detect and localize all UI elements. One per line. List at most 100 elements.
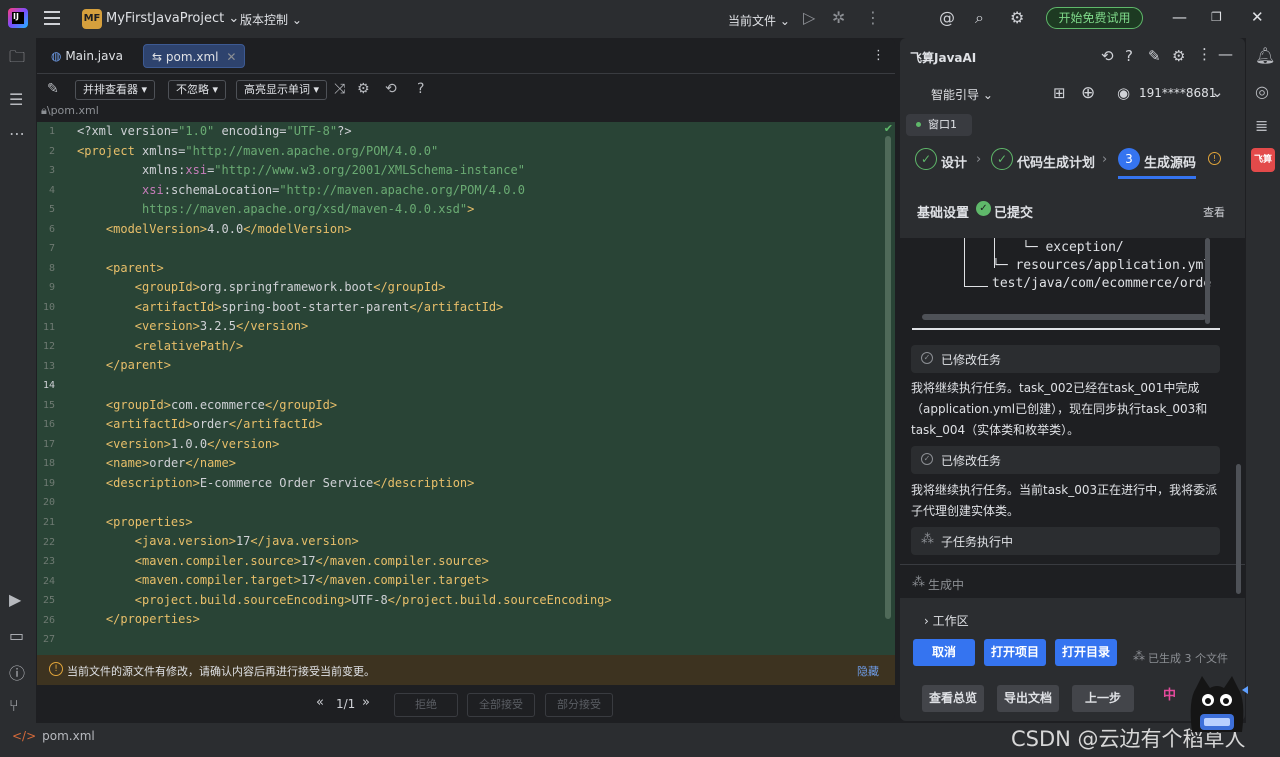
next-change-icon[interactable]: » — [362, 695, 370, 710]
ignore-mode-dropdown[interactable]: 不忽略 ▾ — [168, 80, 227, 100]
close-icon[interactable]: ✕ — [1251, 8, 1264, 26]
task-status-pill[interactable]: ✓ 已修改任务 — [911, 446, 1220, 474]
help-icon[interactable]: ? — [1125, 47, 1133, 65]
status-file-label: pom.xml — [42, 729, 95, 743]
minimize-icon[interactable]: — — [1172, 8, 1187, 26]
chevron-down-icon: ⌄ — [228, 11, 240, 26]
highlight-mode-dropdown[interactable]: 高亮显示单词 ▾ — [236, 80, 328, 100]
terminal-icon[interactable]: ▭ — [9, 626, 24, 645]
edit-pencil-icon[interactable]: ✎ — [47, 81, 59, 97]
cancel-button[interactable]: 取消 — [913, 639, 975, 666]
line-number: 3 — [48, 165, 55, 177]
view-summary-button[interactable]: 查看总览 — [922, 685, 984, 712]
step-done-check-icon: ✓ — [991, 148, 1013, 170]
task-status-label: 已修改任务 — [941, 353, 1002, 367]
line-number: 19 — [42, 477, 55, 489]
diff-toolbar: ✎ 并排查看器 ▾ 不忽略 ▾ 高亮显示单词 ▾ ⤨ ⚙ ⟲ ? — [37, 76, 895, 104]
previous-step-button[interactable]: 上一步 — [1072, 685, 1134, 712]
project-folder-icon[interactable]: 🗀 — [9, 46, 25, 73]
check-circle-icon: ✓ — [921, 453, 933, 465]
reject-button[interactable]: 拒绝 — [394, 693, 458, 717]
notifications-bell-icon[interactable]: 🔔︎ — [1255, 46, 1275, 65]
code-line: <description>E-commerce Order Service</d… — [105, 476, 475, 490]
restore-icon[interactable]: ❐ — [1211, 10, 1222, 24]
run-config-selector[interactable]: 当前文件 ⌄ — [728, 12, 790, 29]
accept-partial-button[interactable]: 部分接受 — [545, 693, 613, 717]
debug-icon[interactable]: ✲ — [832, 8, 845, 27]
more-vertical-icon[interactable]: ⋮ — [865, 8, 881, 27]
subtask-status-pill[interactable]: ⁂ 子任务执行中 — [911, 527, 1220, 555]
panel-scrollbar[interactable] — [1236, 464, 1241, 594]
line-number: 10 — [42, 301, 55, 313]
editor-panel: ◍ Main.java ⇆ pom.xml ✕ ⋮ ✎ 并排查看器 ▾ 不忽略 … — [37, 38, 895, 721]
run-icon[interactable]: ▷ — [803, 8, 815, 27]
chevron-right-icon: › — [976, 152, 982, 167]
minimize-panel-icon[interactable]: — — [1218, 45, 1233, 63]
calendar-add-icon[interactable]: ⊞ — [1053, 84, 1066, 102]
tree-vertical-scrollbar[interactable] — [1205, 238, 1210, 324]
add-circle-icon[interactable]: ⊕ — [1081, 83, 1095, 103]
history-icon[interactable]: ⟲ — [1101, 47, 1114, 65]
open-project-button[interactable]: 打开项目 — [984, 639, 1046, 666]
editor-scrollbar[interactable] — [885, 136, 891, 619]
open-directory-button[interactable]: 打开目录 — [1055, 639, 1117, 666]
code-line: https://maven.apache.org/xsd/maven-4.0.0… — [77, 202, 475, 216]
task-status-pill[interactable]: ✓ 已修改任务 — [911, 345, 1220, 373]
start-trial-button[interactable]: 开始免费试用 — [1046, 7, 1143, 29]
hide-warning-link[interactable]: 隐藏 — [857, 663, 879, 679]
intellij-logo-icon[interactable]: IJ — [8, 8, 28, 28]
new-chat-edit-icon[interactable]: ✎ — [1148, 47, 1161, 65]
mascot-badge: 中 — [1163, 688, 1177, 703]
chevron-down-icon[interactable]: ⌄ — [1211, 83, 1224, 101]
structure-icon[interactable]: ☰ — [9, 90, 23, 109]
collapse-unchanged-icon[interactable]: ⤨ — [334, 81, 345, 97]
status-file-path[interactable]: </> pom.xml — [12, 729, 95, 743]
sync-scroll-icon[interactable]: ⟲ — [385, 81, 397, 97]
settings-gear-icon[interactable]: ⚙ — [1010, 8, 1024, 27]
line-number: 26 — [42, 614, 55, 626]
main-menu-icon[interactable] — [44, 11, 60, 25]
view-link[interactable]: 查看 — [1203, 204, 1225, 220]
git-branch-icon[interactable]: ⑂ — [9, 696, 19, 715]
code-line: <groupId>org.springframework.boot</group… — [134, 280, 446, 294]
search-icon[interactable]: ⌕ — [975, 8, 984, 28]
user-account[interactable]: 191****8681 — [1139, 86, 1216, 100]
code-line: <name>order</name> — [105, 456, 236, 470]
viewer-mode-dropdown[interactable]: 并排查看器 ▾ — [75, 80, 156, 100]
warning-text: 当前文件的源文件有修改，请确认内容后再进行接受当前变更。 — [67, 665, 375, 678]
database-icon[interactable]: ≣ — [1255, 116, 1268, 135]
run-panel-icon[interactable]: ▶ — [9, 590, 21, 609]
more-horizontal-icon[interactable]: ⋯ — [9, 124, 25, 143]
settings-gear-icon[interactable]: ⚙ — [1172, 47, 1185, 65]
workspace-toggle[interactable]: › 工作区 — [924, 612, 969, 629]
tree-horizontal-scrollbar[interactable] — [922, 314, 1206, 320]
more-vertical-icon[interactable]: ⋮ — [872, 48, 885, 63]
close-tab-icon[interactable]: ✕ — [226, 50, 236, 64]
step-plan-label[interactable]: 代码生成计划 — [1017, 152, 1095, 171]
spinner-icon: ⁂ — [921, 532, 934, 547]
step-generate-label[interactable]: 生成源码 — [1144, 152, 1196, 171]
prev-change-icon[interactable]: « — [316, 695, 324, 710]
window-tab[interactable]: 窗口1 — [906, 114, 972, 136]
tab-main-java[interactable]: ◍ Main.java — [43, 44, 131, 68]
more-vertical-icon[interactable]: ⋮ — [1197, 45, 1212, 63]
diff-settings-gear-icon[interactable]: ⚙ — [357, 81, 370, 97]
line-number: 7 — [48, 243, 55, 255]
line-number: 23 — [42, 556, 55, 568]
code-line: </parent> — [105, 358, 171, 372]
export-document-button[interactable]: 导出文档 — [997, 685, 1059, 712]
vcs-menu[interactable]: 版本控制 ⌄ — [240, 11, 302, 28]
ai-chat-icon[interactable]: ◎ — [1255, 82, 1269, 101]
step-design-label[interactable]: 设计 — [941, 152, 967, 171]
code-diff-view[interactable]: 1 2 3 4 5 6 7 8 9 10 11 12 13 14 15 16 17 18 19 20 21 22 23 24 2… — [37, 122, 895, 655]
problems-icon[interactable]: ⓘ — [9, 660, 25, 684]
feisuan-plugin-icon[interactable]: 飞算 — [1251, 148, 1275, 172]
tab-pom-xml[interactable]: ⇆ pom.xml ✕ — [143, 44, 246, 68]
chat-scroll-area[interactable]: └─ exception/ └─ resources/application.y… — [900, 238, 1245, 598]
project-badge[interactable]: MF — [82, 9, 102, 29]
guide-dropdown[interactable]: 智能引导 ⌄ — [931, 86, 993, 103]
help-icon[interactable]: ? — [417, 81, 424, 97]
accept-all-button[interactable]: 全部接受 — [467, 693, 535, 717]
project-selector[interactable]: MyFirstJavaProject ⌄ — [106, 11, 239, 26]
ai-assistant-icon[interactable]: @ — [939, 8, 955, 27]
